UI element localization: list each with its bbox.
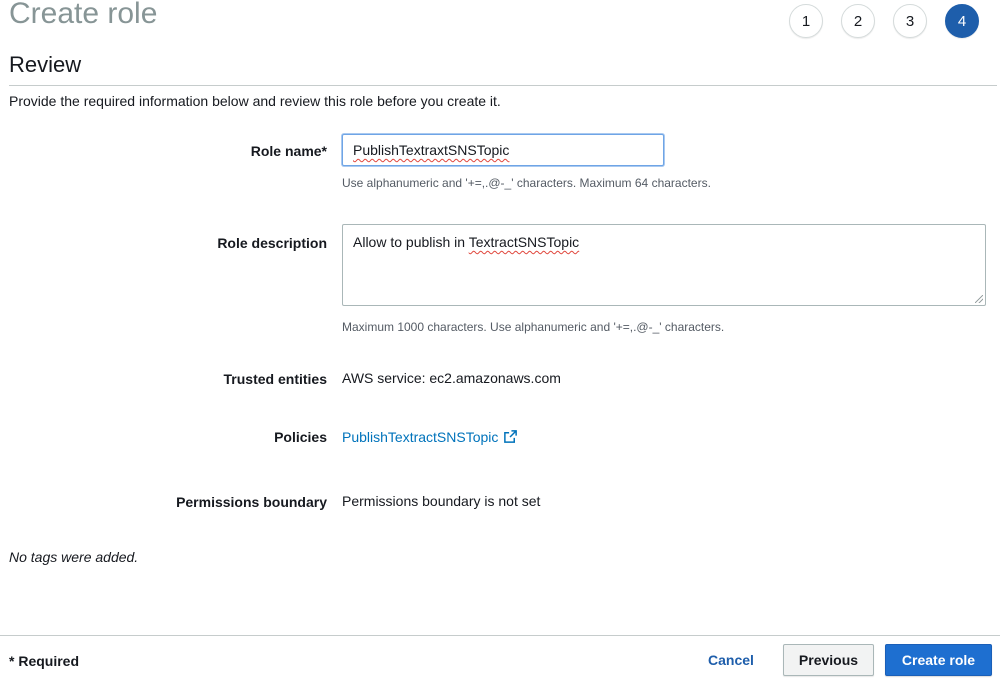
permissions-boundary-label: Permissions boundary [176,494,327,510]
resize-handle[interactable] [975,295,983,303]
required-note: * Required [9,653,80,669]
policies-value: PublishTextractSNSTopic [342,429,518,447]
trusted-entities-label: Trusted entities [223,371,327,387]
role-name-label: Role name* [250,143,327,159]
step-3[interactable]: 3 [893,4,927,38]
section-title: Review [9,52,82,77]
no-tags-note: No tags were added. [9,549,139,565]
intro-text: Provide the required information below a… [9,93,501,109]
role-description-textarea[interactable]: Allow to publish in TextractSNSTopic [342,224,986,306]
create-role-button[interactable]: Create role [885,644,992,676]
role-description-value-misspelled: TextractSNSTopic [468,234,580,250]
role-name-value: PublishTextraxtSNSTopic [353,142,510,158]
role-description-label: Role description [217,235,327,251]
step-2[interactable]: 2 [841,4,875,38]
cancel-button[interactable]: Cancel [700,644,762,676]
permissions-boundary-value: Permissions boundary is not set [342,493,541,509]
trusted-entities-value: AWS service: ec2.amazonaws.com [342,370,561,386]
previous-button[interactable]: Previous [783,644,874,676]
wizard-steps: 1 2 3 4 [789,4,979,38]
page-title: Create role [9,0,158,30]
policies-label: Policies [274,429,327,445]
role-description-value-prefix: Allow to publish in [353,234,469,250]
role-name-input[interactable]: PublishTextraxtSNSTopic [342,134,664,166]
role-description-hint: Maximum 1000 characters. Use alphanumeri… [342,320,725,334]
section-divider [9,85,997,86]
role-name-hint: Use alphanumeric and '+=,.@-_' character… [342,176,711,190]
step-1[interactable]: 1 [789,4,823,38]
external-link-icon[interactable] [503,429,518,447]
step-4-current[interactable]: 4 [945,4,979,38]
footer-divider [0,635,1000,636]
policy-link[interactable]: PublishTextractSNSTopic [342,429,498,445]
